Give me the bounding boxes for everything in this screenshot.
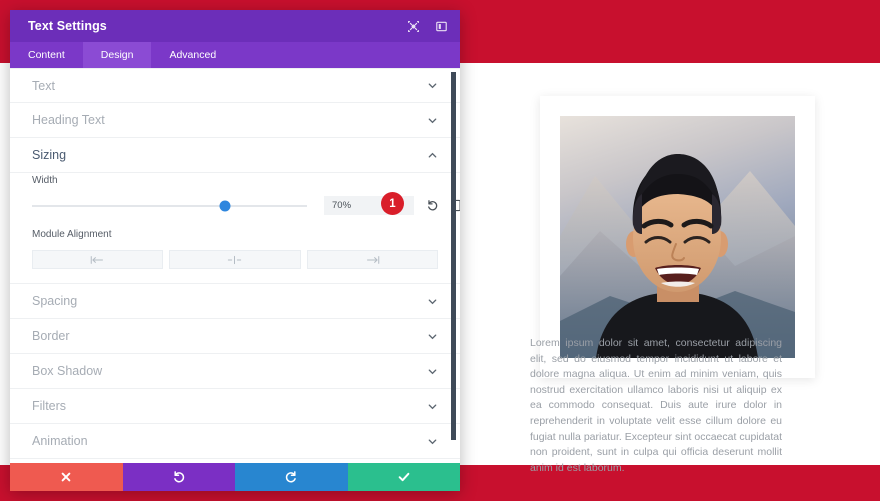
save-button[interactable] [347,463,460,491]
layout-panel-icon[interactable] [434,19,448,33]
text-settings-modal: Text Settings Content Design Advanced Te… [10,10,460,491]
chevron-down-icon [427,401,438,412]
modal-tabs: Content Design Advanced [10,42,460,68]
width-slider[interactable] [32,200,307,211]
width-label: Width [32,175,58,186]
preview-body-text: Lorem ipsum dolor sit amet, consectetur … [530,337,782,474]
modal-header: Text Settings [10,10,460,42]
sizing-section-content: Width 70% Module Alignment [10,173,460,284]
expand-icon[interactable] [406,19,420,33]
section-heading-text[interactable]: Heading Text [10,103,460,138]
close-icon [60,471,72,483]
align-right-icon[interactable] [306,250,438,269]
section-sizing-label: Sizing [32,148,67,162]
section-text-label: Text [32,78,55,93]
section-text[interactable]: Text [10,68,460,103]
redo-button[interactable] [235,463,348,491]
undo-button[interactable] [122,463,235,491]
redo-icon [284,470,298,484]
section-box-shadow-label: Box Shadow [32,364,103,378]
check-icon [397,470,411,484]
chevron-down-icon [427,366,438,377]
scrollbar-thumb[interactable] [451,72,456,440]
chevron-up-icon [427,150,438,161]
width-slider-handle[interactable] [219,200,230,211]
align-center-icon[interactable] [169,250,301,269]
cancel-button[interactable] [10,463,123,491]
modal-header-icons [406,19,448,33]
module-alignment-label: Module Alignment [32,229,112,240]
tab-design[interactable]: Design [82,42,152,68]
section-filters[interactable]: Filters [10,389,460,424]
reset-icon[interactable] [426,198,439,214]
modal-footer [10,463,460,491]
section-border[interactable]: Border [10,319,460,354]
step-badge-1: 1 [381,192,404,215]
tab-content[interactable]: Content [10,42,83,68]
undo-icon [172,470,186,484]
tab-advanced[interactable]: Advanced [151,42,234,68]
section-heading-text-label: Heading Text [32,113,105,127]
section-sizing[interactable]: Sizing [10,138,460,173]
module-alignment-group [32,250,438,269]
preview-photo [560,116,795,358]
align-left-icon[interactable] [32,250,164,269]
section-animation[interactable]: Animation [10,424,460,459]
section-animation-label: Animation [32,434,88,448]
settings-scroll-area: Text Heading Text Sizing Width 70% Modul… [10,68,460,463]
chevron-down-icon [427,331,438,342]
modal-body: Text Heading Text Sizing Width 70% Modul… [10,68,460,463]
settings-scrollbar[interactable] [451,68,456,463]
page-title: Text Settings [28,19,107,33]
chevron-down-icon [427,436,438,447]
chevron-down-icon [427,115,438,126]
section-box-shadow[interactable]: Box Shadow [10,354,460,389]
section-spacing-label: Spacing [32,294,78,308]
width-control-row [32,196,460,215]
section-filters-label: Filters [32,399,67,413]
chevron-down-icon [427,296,438,307]
chevron-down-icon [427,80,438,91]
section-border-label: Border [32,329,70,343]
section-spacing[interactable]: Spacing [10,284,460,319]
